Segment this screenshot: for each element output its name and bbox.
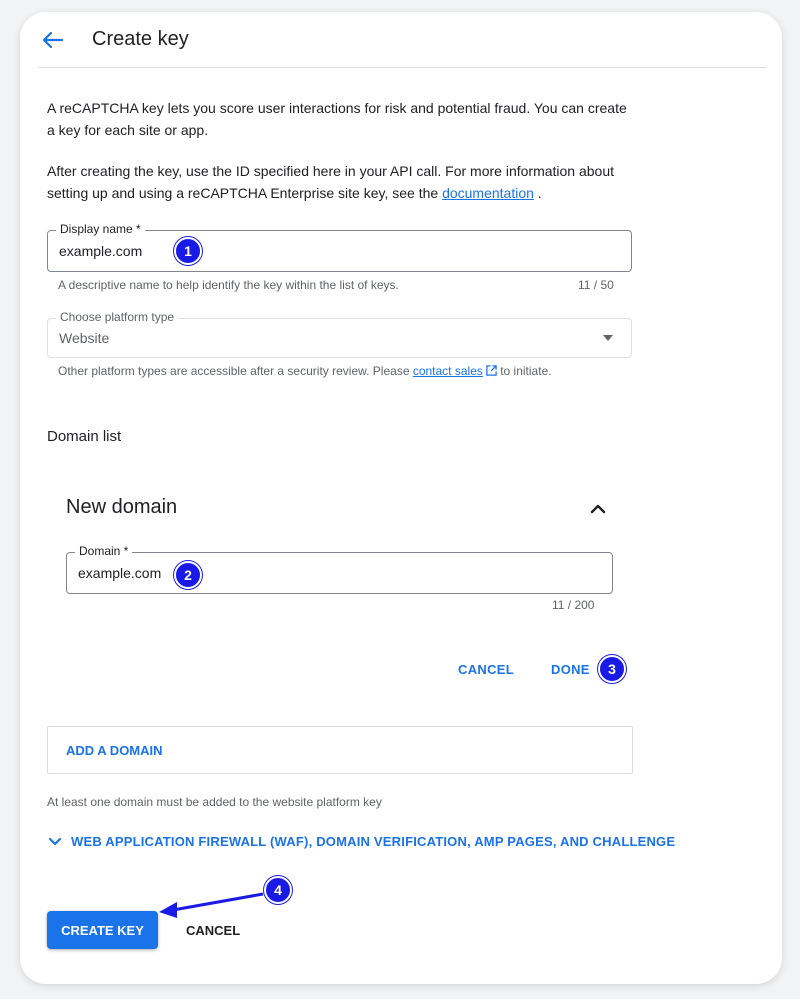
- domain-done-button[interactable]: DONE: [551, 662, 590, 677]
- documentation-link[interactable]: documentation: [442, 185, 534, 201]
- platform-type-value: Website: [59, 330, 110, 346]
- dropdown-caret-icon: [603, 335, 613, 341]
- waf-expander[interactable]: WEB APPLICATION FIREWALL (WAF), DOMAIN V…: [48, 834, 675, 849]
- display-name-value: example.com: [59, 243, 143, 259]
- domain-field-label: Domain *: [75, 544, 133, 558]
- platform-type-select: Choose platform type Website: [47, 310, 632, 358]
- platform-helper-text-end: to initiate.: [496, 364, 552, 378]
- display-name-label: Display name *: [56, 222, 145, 236]
- domain-requirement-note: At least one domain must be added to the…: [47, 795, 382, 809]
- page-title: Create key: [92, 28, 189, 50]
- platform-helper-text: Other platform types are accessible afte…: [58, 364, 413, 378]
- intro-paragraph-1: A reCAPTCHA key lets you score user inte…: [47, 100, 627, 138]
- domain-counter: 11 / 200: [552, 598, 595, 612]
- domain-cancel-button[interactable]: CANCEL: [458, 662, 514, 677]
- cancel-button[interactable]: CANCEL: [186, 923, 240, 938]
- new-domain-title: New domain: [66, 496, 178, 518]
- annotation-badge-1: 1: [174, 237, 202, 265]
- domain-field[interactable]: Domain * example.com: [66, 544, 613, 594]
- display-name-counter: 11 / 50: [578, 278, 614, 292]
- platform-helper: Other platform types are accessible afte…: [58, 362, 603, 380]
- domain-list-label: Domain list: [47, 428, 122, 445]
- add-domain-container: ADD A DOMAIN: [47, 726, 633, 774]
- contact-sales-link[interactable]: contact sales: [413, 364, 483, 378]
- annotation-badge-2: 2: [174, 561, 202, 589]
- annotation-badge-4: 4: [264, 876, 292, 904]
- external-link-icon: [486, 365, 497, 376]
- add-domain-button[interactable]: ADD A DOMAIN: [66, 743, 163, 758]
- display-name-field[interactable]: Display name * example.com: [47, 222, 632, 272]
- create-key-button[interactable]: CREATE KEY: [47, 911, 158, 949]
- header-divider: [38, 67, 766, 68]
- intro-text-end: .: [533, 185, 542, 201]
- domain-field-value: example.com: [78, 565, 162, 581]
- chevron-up-icon[interactable]: [589, 502, 607, 514]
- waf-expander-label: WEB APPLICATION FIREWALL (WAF), DOMAIN V…: [71, 834, 676, 849]
- chevron-down-icon: [48, 837, 62, 845]
- display-name-helper: A descriptive name to help identify the …: [58, 278, 399, 292]
- annotation-badge-3: 3: [598, 655, 626, 683]
- intro-paragraph-2: After creating the key, use the ID speci…: [47, 160, 627, 204]
- back-arrow-icon[interactable]: [40, 30, 64, 50]
- platform-type-label: Choose platform type: [56, 310, 179, 324]
